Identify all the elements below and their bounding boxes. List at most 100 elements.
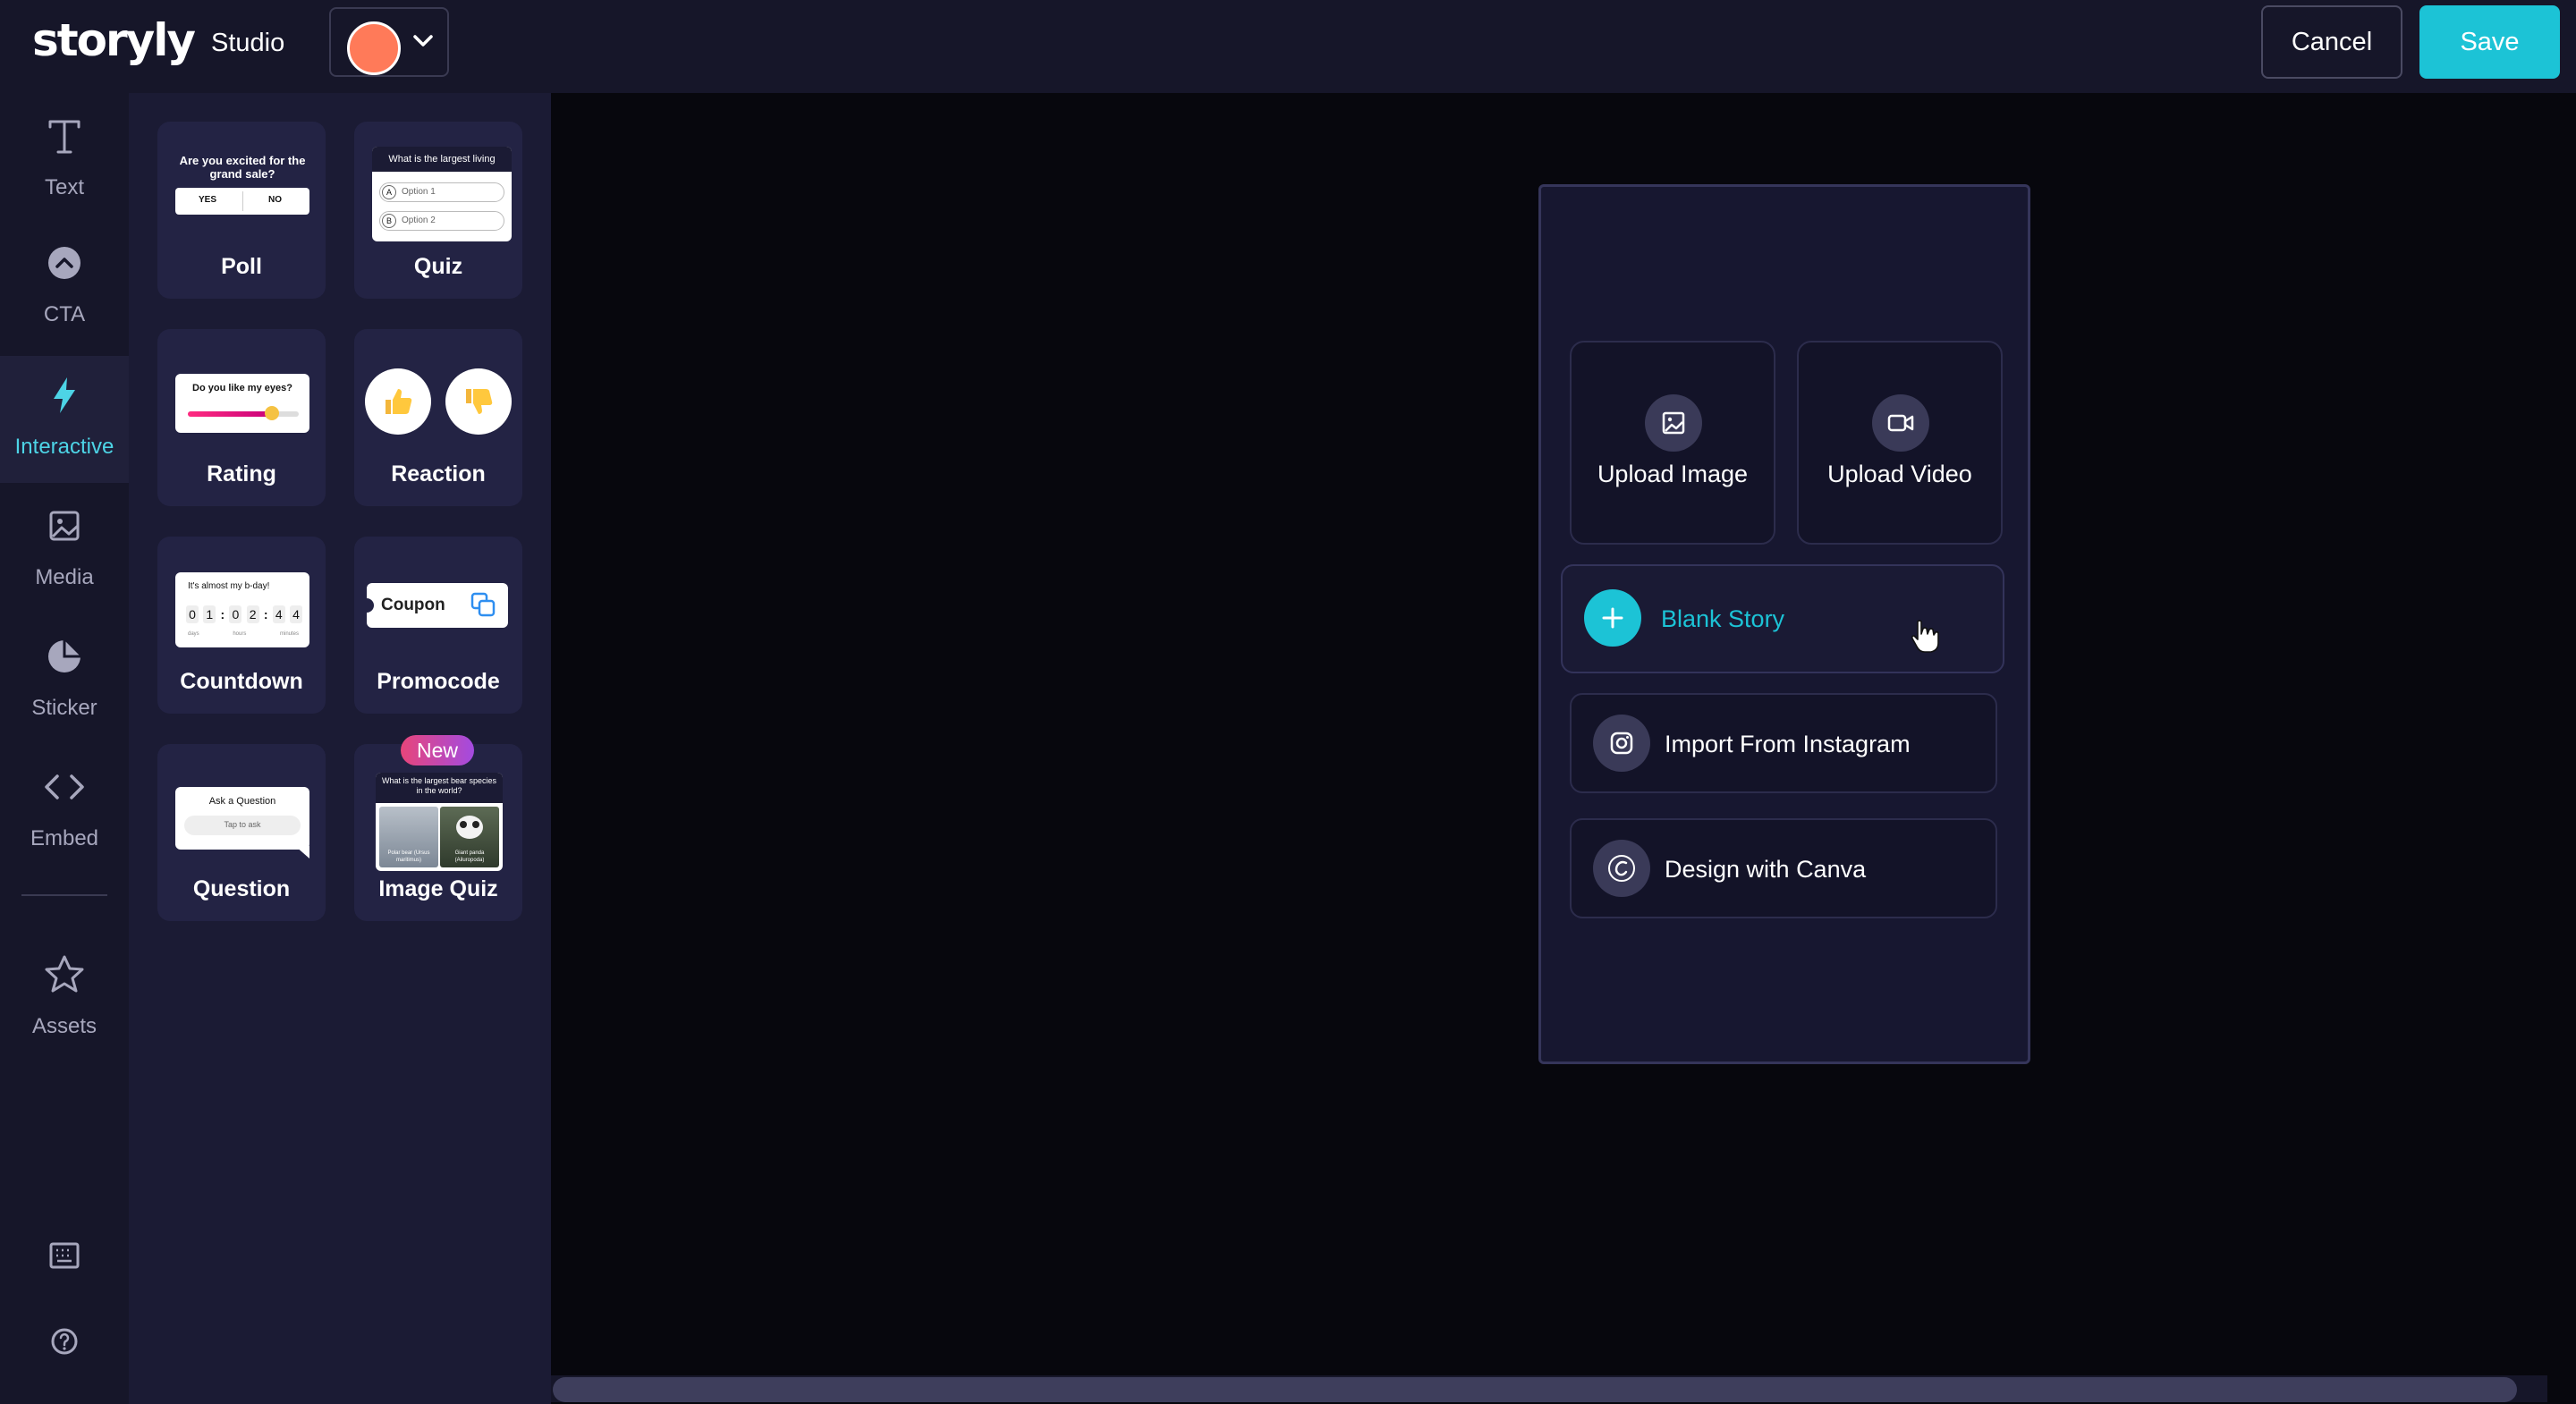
countdown-separator: : <box>220 607 225 622</box>
pointer-cursor-icon <box>1911 620 1939 653</box>
image-quiz-caption-1: Polar bear (Ursus maritimus) <box>387 850 430 863</box>
quiz-option-letter-a: A <box>382 185 396 199</box>
countdown-digit: 0 <box>229 605 242 623</box>
image-quiz-caption-2: Giant panda (Ailuropoda) <box>454 850 485 863</box>
nav-item-interactive[interactable]: Interactive <box>0 356 129 483</box>
question-thumbnail: Ask a Question Tap to ask <box>175 787 309 850</box>
nav-label-sticker: Sticker <box>31 696 97 720</box>
blank-story-button[interactable]: Blank Story <box>1561 564 2004 673</box>
countdown-title: It's almost my b-day! <box>188 581 270 591</box>
countdown-unit: days <box>188 631 199 637</box>
countdown-digit: 2 <box>246 605 259 623</box>
nav-label-cta: CTA <box>43 302 86 326</box>
instagram-icon <box>1593 715 1650 772</box>
nav-label-interactive: Interactive <box>14 435 114 459</box>
countdown-digits: 01:02:44 <box>186 605 302 624</box>
nav-item-embed[interactable]: Embed <box>0 748 129 875</box>
component-card-rating[interactable]: Do you like my eyes? Rating <box>157 329 326 506</box>
theme-color-dropdown[interactable] <box>329 7 449 77</box>
horizontal-scrollbar-thumb[interactable] <box>553 1377 2517 1402</box>
nav-item-sticker[interactable]: Sticker <box>0 617 129 744</box>
sticker-icon <box>48 640 80 672</box>
quiz-thumbnail: What is the largest living A Option 1 B … <box>372 147 512 241</box>
component-card-question[interactable]: Ask a Question Tap to ask Question <box>157 744 326 921</box>
component-card-reaction[interactable]: Reaction <box>354 329 522 506</box>
countdown-units: days hours minutes <box>188 631 299 637</box>
component-card-promocode[interactable]: Coupon Promocode <box>354 537 522 714</box>
top-bar: storyly Studio Cancel Save <box>0 0 2576 94</box>
poll-options: YES NO <box>175 188 309 215</box>
copy-icon <box>470 592 496 617</box>
plus-icon <box>1584 589 1641 647</box>
cancel-button[interactable]: Cancel <box>2261 5 2402 79</box>
poll-option-no: NO <box>268 195 282 205</box>
help-icon <box>51 1328 78 1355</box>
text-icon <box>48 120 80 154</box>
panda-image: Giant panda (Ailuropoda) <box>440 807 499 867</box>
poll-question: Are you excited for the grand sale? <box>179 154 306 181</box>
keyboard-icon <box>49 1242 80 1269</box>
design-with-canva-label: Design with Canva <box>1665 856 1867 883</box>
image-icon <box>1645 394 1702 452</box>
nav-label-embed: Embed <box>30 826 99 850</box>
promocode-thumbnail: Coupon <box>367 583 508 628</box>
card-label-image-quiz: Image Quiz <box>378 876 498 901</box>
video-camera-icon <box>1872 394 1929 452</box>
nav-label-media: Media <box>35 565 94 589</box>
question-hint: Tap to ask <box>224 820 261 829</box>
countdown-digit: 1 <box>203 605 216 623</box>
nav-label-text: Text <box>44 175 84 199</box>
keyboard-shortcuts-button[interactable] <box>32 1223 97 1288</box>
quiz-option-letter-b: B <box>382 214 396 228</box>
chevron-down-icon <box>413 35 433 47</box>
image-icon <box>49 511 80 541</box>
component-card-poll[interactable]: Are you excited for the grand sale? YES … <box>157 122 326 299</box>
rating-slider-emoji <box>265 406 279 420</box>
new-badge: New <box>401 735 474 765</box>
design-with-canva-button[interactable]: Design with Canva <box>1570 818 1997 918</box>
save-button[interactable]: Save <box>2419 5 2560 79</box>
upload-video-button[interactable]: Upload Video <box>1797 341 2003 545</box>
left-nav: Text CTA Interactive Media Sticker Embed… <box>0 93 129 1404</box>
theme-color-swatch <box>347 21 401 75</box>
import-from-instagram-label: Import From Instagram <box>1665 731 1911 757</box>
upload-image-label: Upload Image <box>1597 461 1749 487</box>
rating-question: Do you like my eyes? <box>192 383 292 393</box>
blank-story-label: Blank Story <box>1661 605 1785 632</box>
upload-image-button[interactable]: Upload Image <box>1570 341 1775 545</box>
nav-item-media[interactable]: Media <box>0 486 129 613</box>
quiz-question: What is the largest living <box>388 154 496 165</box>
polar-bear-image: Polar bear (Ursus maritimus) <box>379 807 438 867</box>
card-label-countdown: Countdown <box>180 669 303 694</box>
canva-icon <box>1593 840 1650 897</box>
lightning-icon <box>54 377 75 413</box>
thumbs-down-icon <box>445 368 512 435</box>
import-from-instagram-button[interactable]: Import From Instagram <box>1570 693 1997 793</box>
poll-option-yes: YES <box>199 195 217 205</box>
component-card-quiz[interactable]: What is the largest living A Option 1 B … <box>354 122 522 299</box>
cta-icon <box>48 247 80 279</box>
image-quiz-question: What is the largest bear species in the … <box>381 776 497 795</box>
card-label-quiz: Quiz <box>413 254 463 279</box>
card-label-rating: Rating <box>207 461 276 486</box>
image-quiz-thumbnail: What is the largest bear species in the … <box>376 773 503 871</box>
star-icon <box>45 955 84 993</box>
thumbs-up-icon <box>365 368 431 435</box>
help-button[interactable] <box>32 1309 97 1374</box>
nav-divider <box>21 894 107 896</box>
story-frame: Upload Image Upload Video Blank Story Im… <box>1538 184 2030 1064</box>
component-card-image-quiz[interactable]: What is the largest bear species in the … <box>354 744 522 921</box>
countdown-digit: 4 <box>289 605 302 623</box>
rating-thumbnail: Do you like my eyes? <box>175 374 309 433</box>
nav-item-assets[interactable]: Assets <box>0 935 129 1062</box>
nav-item-cta[interactable]: CTA <box>0 224 129 351</box>
nav-item-text[interactable]: Text <box>0 97 129 224</box>
card-label-question: Question <box>192 876 291 901</box>
studio-label: Studio <box>211 29 285 57</box>
component-card-countdown[interactable]: It's almost my b-day! 01:02:44 days hours… <box>157 537 326 714</box>
quiz-option-1: Option 1 <box>402 187 436 197</box>
card-label-reaction: Reaction <box>391 461 486 486</box>
code-icon <box>45 774 84 799</box>
poll-thumbnail: Are you excited for the grand sale? YES … <box>175 150 309 216</box>
countdown-unit: hours <box>233 631 247 637</box>
